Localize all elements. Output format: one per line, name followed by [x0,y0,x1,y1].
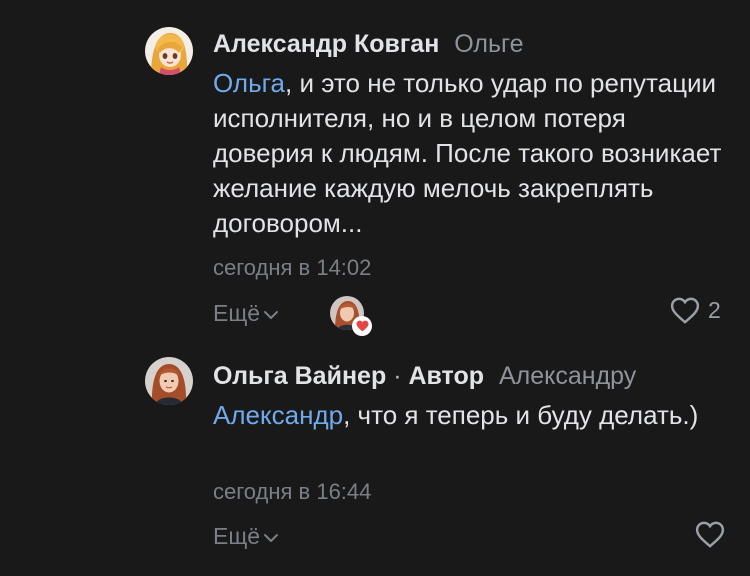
author-role-badge: Автор [408,362,485,390]
more-label: Ещё [213,523,261,549]
comment-body: , что я теперь и буду делать.) [343,400,699,430]
author-name[interactable]: Александр Ковган [213,30,439,58]
comment-date[interactable]: сегодня в 16:44 [213,478,371,506]
reaction-preview[interactable] [330,296,372,336]
heart-outline-icon [670,297,700,324]
separator: · [393,362,402,390]
avatar[interactable] [145,357,193,405]
chevron-down-icon [264,534,279,542]
more-button[interactable]: Ещё [213,521,279,551]
like-button[interactable] [695,521,725,548]
author-name[interactable]: Ольга Вайнер [213,362,386,390]
like-count: 2 [708,297,721,323]
mention-link[interactable]: Александр [213,400,343,430]
comment-date[interactable]: сегодня в 14:02 [213,254,371,282]
mention-link[interactable]: Ольга [213,68,285,98]
reaction-badge [352,316,372,336]
chevron-down-icon [264,311,279,319]
avatar[interactable] [145,27,193,75]
comment-text: Ольга, и это не только удар по репутации… [213,66,733,241]
comment-text: Александр, что я теперь и буду делать.) [213,398,733,433]
anime-girl-avatar-icon [145,27,193,75]
reply-to[interactable]: Ольге [454,30,523,58]
user-photo-avatar-icon [145,357,193,405]
comment-header: Ольга Вайнер · Автор Александру [213,360,636,392]
comment-header: Александр Ковган Ольге [213,28,524,60]
more-label: Ещё [213,300,261,326]
heart-outline-icon [695,521,725,548]
like-button[interactable]: 2 [670,297,721,324]
reply-to[interactable]: Александру [499,362,636,390]
heart-icon [356,320,368,332]
more-button[interactable]: Ещё [213,298,279,328]
comment-body: , и это не только удар по репутации испо… [213,68,722,238]
